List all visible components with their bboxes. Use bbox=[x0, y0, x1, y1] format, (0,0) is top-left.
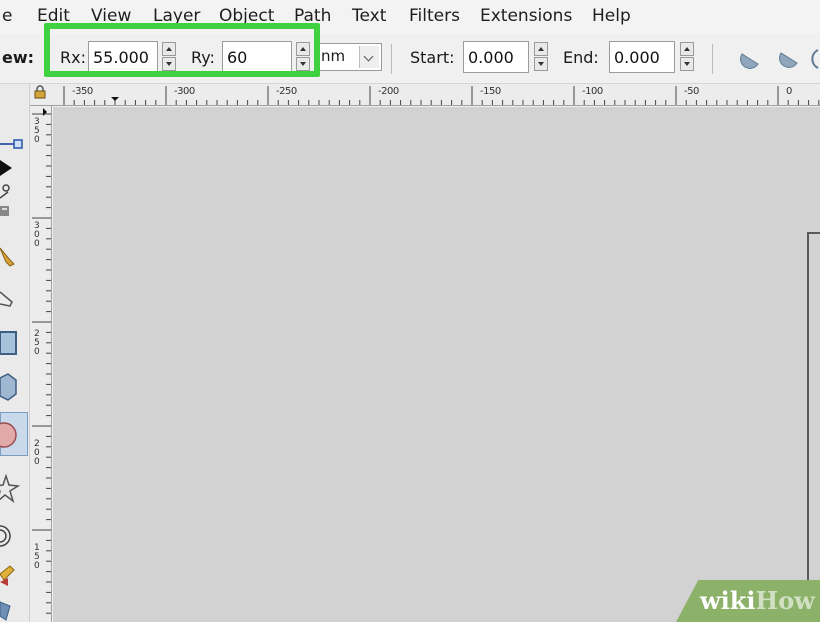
star-icon[interactable] bbox=[0, 474, 28, 504]
open-arc-icon[interactable] bbox=[808, 46, 820, 70]
calligraphy-icon[interactable] bbox=[0, 560, 28, 590]
ruler-ticks-h bbox=[63, 86, 820, 105]
horizontal-ruler[interactable]: -350 -300 -250 -200 -150 -100 -50 0 bbox=[30, 84, 820, 106]
end-spin-down-icon[interactable] bbox=[680, 57, 694, 71]
rx-spin-down-icon[interactable] bbox=[162, 57, 176, 71]
start-spin-up-icon[interactable] bbox=[534, 42, 548, 56]
ruler-label: 200 bbox=[34, 439, 40, 467]
menu-file[interactable]: e bbox=[2, 6, 12, 26]
menu-edit[interactable]: Edit bbox=[37, 6, 70, 26]
ruler-label: -250 bbox=[276, 86, 297, 97]
unit-value: nm bbox=[321, 47, 346, 65]
unit-select[interactable]: nm bbox=[318, 43, 382, 71]
rx-input[interactable] bbox=[88, 41, 158, 73]
page-border bbox=[807, 232, 820, 234]
end-label: End: bbox=[563, 48, 599, 67]
rectangle-icon[interactable] bbox=[0, 328, 28, 358]
toolbox bbox=[0, 84, 30, 622]
page-border bbox=[807, 232, 809, 622]
ry-label: Ry: bbox=[191, 48, 215, 67]
drawing-canvas[interactable] bbox=[53, 107, 820, 622]
ry-spin-down-icon[interactable] bbox=[296, 57, 310, 71]
vertical-ruler[interactable]: 350 300 250 200 150 bbox=[30, 106, 52, 622]
ruler-label: 150 bbox=[34, 543, 40, 571]
start-spin-down-icon[interactable] bbox=[534, 57, 548, 71]
bucket-icon[interactable] bbox=[0, 592, 28, 622]
menu-layer[interactable]: Layer bbox=[153, 6, 200, 26]
ruler-label: 350 bbox=[34, 117, 40, 145]
menu-path[interactable]: Path bbox=[294, 6, 331, 26]
ruler-label: -150 bbox=[480, 86, 501, 97]
menu-object[interactable]: Object bbox=[219, 6, 274, 26]
end-spin-up-icon[interactable] bbox=[680, 42, 694, 56]
menu-help[interactable]: Help bbox=[592, 6, 631, 26]
spiral-icon[interactable] bbox=[0, 520, 28, 550]
start-spinner[interactable] bbox=[534, 42, 548, 72]
ruler-label: -200 bbox=[378, 86, 399, 97]
menu-bar: e Edit View Layer Object Path Text Filte… bbox=[0, 0, 820, 34]
menu-filters[interactable]: Filters bbox=[409, 6, 460, 26]
toolbar-divider bbox=[712, 44, 713, 74]
slice-arc-icon[interactable] bbox=[738, 46, 762, 70]
watermark-logo: wikiHow bbox=[700, 586, 815, 615]
toolbar-partial-label: ew: bbox=[2, 48, 35, 67]
ellipse-icon[interactable] bbox=[0, 420, 28, 450]
tool-controls-bar: ew: Rx: Ry: nm Start: End: bbox=[0, 34, 820, 84]
rx-spinner[interactable] bbox=[162, 42, 176, 72]
start-label: Start: bbox=[410, 48, 455, 67]
end-input[interactable] bbox=[609, 41, 675, 73]
3d-box-icon[interactable] bbox=[0, 372, 28, 402]
chevron-down-icon[interactable] bbox=[359, 46, 379, 68]
ruler-label: -300 bbox=[174, 86, 195, 97]
zoom-icon[interactable] bbox=[0, 196, 28, 226]
end-spinner[interactable] bbox=[680, 42, 694, 72]
toolbar-divider bbox=[391, 44, 392, 74]
rx-spin-up-icon[interactable] bbox=[162, 42, 176, 56]
ruler-label: 0 bbox=[786, 86, 792, 97]
ry-spinner[interactable] bbox=[296, 42, 310, 72]
ry-input[interactable] bbox=[222, 41, 292, 73]
menu-extensions[interactable]: Extensions bbox=[480, 6, 572, 26]
menu-text[interactable]: Text bbox=[352, 6, 386, 26]
ry-spin-up-icon[interactable] bbox=[296, 42, 310, 56]
ruler-label: -100 bbox=[582, 86, 603, 97]
ruler-label: -50 bbox=[684, 86, 699, 97]
menu-view[interactable]: View bbox=[91, 6, 131, 26]
lock-icon[interactable] bbox=[33, 85, 47, 99]
rx-label: Rx: bbox=[60, 48, 86, 67]
pencil-icon[interactable] bbox=[0, 242, 28, 272]
ruler-label: 300 bbox=[34, 221, 40, 249]
ruler-label: 250 bbox=[34, 329, 40, 357]
ruler-label: -350 bbox=[72, 86, 93, 97]
pen-icon[interactable] bbox=[0, 284, 28, 314]
arc-segment-icon[interactable] bbox=[776, 46, 800, 70]
start-input[interactable] bbox=[463, 41, 529, 73]
